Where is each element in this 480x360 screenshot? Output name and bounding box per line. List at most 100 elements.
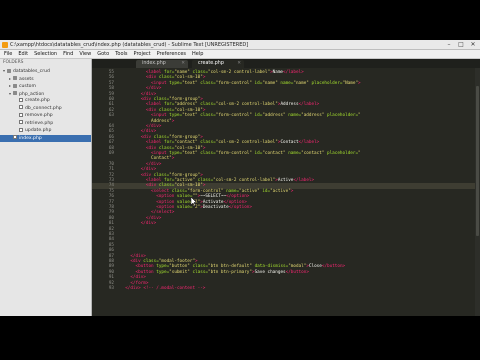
menu-file[interactable]: File [4, 50, 12, 58]
code-token: "btn btn-default" [208, 264, 255, 270]
code-token: <div [145, 75, 159, 81]
code-token: "col-sm-10" [174, 145, 203, 151]
sidebar-folder[interactable]: ▸ custom [0, 82, 91, 90]
code-token: </label> [298, 140, 320, 146]
sidebar-folder[interactable]: ▸ assets [0, 75, 91, 83]
sidebar-item-label: db_connect.php [25, 105, 62, 111]
code-token: "form-group" [169, 172, 201, 178]
code-token: <div [140, 172, 154, 178]
code-token: > [290, 188, 294, 194]
code-line[interactable]: 93 </div> <!-- /.modal-content --> [92, 286, 475, 291]
code-token: placeholder= [311, 80, 343, 86]
maximize-icon[interactable]: □ [456, 41, 466, 49]
line-number: 93 [108, 286, 114, 291]
window-controls: – □ ✕ [444, 41, 478, 49]
code-token: </label> [298, 102, 320, 108]
menu-view[interactable]: View [79, 50, 91, 58]
sidebar-file[interactable]: remove.php [0, 112, 91, 120]
code-token: </div> [140, 167, 157, 173]
menu-preferences[interactable]: Preferences [157, 50, 186, 58]
folder-icon [13, 91, 17, 95]
sidebar-item-label: assets [19, 76, 34, 82]
file-icon [19, 97, 23, 102]
code-token: "col-sm-2 control-label" [213, 178, 276, 183]
sidebar-item-label: remove.php [25, 113, 53, 118]
minimize-icon[interactable]: – [444, 41, 454, 49]
code-token: "active" [270, 188, 291, 194]
code-token: class= [192, 269, 208, 275]
sidebar-file[interactable]: update.php [0, 127, 91, 135]
sidebar-folder[interactable]: ▾ php_action [0, 90, 91, 98]
sidebar-item-label: datatables_crud [13, 69, 50, 74]
sidebar-item-label: update.php [25, 128, 52, 133]
file-icon [19, 127, 23, 132]
close-icon[interactable]: ✕ [468, 41, 478, 49]
menu-edit[interactable]: Edit [18, 50, 28, 58]
menu-tools[interactable]: Tools [115, 50, 127, 58]
tab-close-icon[interactable]: ✕ [181, 60, 185, 68]
sidebar-file[interactable]: retrieve.php [0, 120, 91, 128]
menu-goto[interactable]: Goto [97, 50, 109, 58]
tab-index-php[interactable]: index.php ✕ [136, 60, 188, 68]
mouse-cursor-icon [191, 197, 197, 206]
code-token: > [202, 145, 206, 151]
code-token: "submit" [169, 269, 193, 275]
sidebar-folder[interactable]: ▾ datatables_crud [0, 67, 91, 75]
code-token: Contact" [151, 156, 172, 162]
code-token: </div> [140, 129, 157, 135]
code-token: </div> [130, 275, 146, 281]
code-token: "text" [182, 80, 201, 86]
sidebar-item-label: create.php [25, 98, 50, 103]
code-token: <div [145, 145, 159, 151]
code-token: "name" [262, 80, 281, 86]
code-token: </button> [285, 269, 309, 275]
folder-icon [13, 76, 17, 80]
vertical-scrollbar[interactable] [475, 68, 480, 316]
code-token: class= [200, 113, 216, 119]
code-token: class= [158, 75, 175, 81]
sidebar-file[interactable]: db_connect.php [0, 105, 91, 113]
folder-icon [13, 83, 17, 88]
code-token: ~~SELECT~~ [200, 194, 227, 200]
scrollbar-thumb[interactable] [476, 86, 479, 236]
code-token: </div> [145, 86, 162, 92]
menu-help[interactable]: Help [192, 50, 203, 58]
sidebar-item-label: custom [19, 84, 36, 89]
code-token: "form-control" [215, 113, 255, 119]
code-token: </label> [283, 70, 304, 75]
code-token: name= [280, 80, 294, 86]
video-letterbox-top [0, 0, 480, 40]
sidebar-file[interactable]: create.php [0, 97, 91, 105]
code-token: type= [169, 113, 183, 119]
file-icon [19, 120, 23, 124]
code-token: > [171, 156, 175, 162]
sidebar-item-label: php_action [19, 91, 45, 97]
code-token: "address" [301, 113, 327, 119]
code-token: <label [145, 140, 164, 146]
code-token: <!-- /.modal-content --> [143, 286, 206, 291]
code-token: <option [156, 194, 177, 200]
code-token: placeholder= [327, 151, 359, 156]
menu-project[interactable]: Project [134, 50, 151, 58]
code-editor[interactable]: 55 <label for="name" class="col-sm-2 con… [92, 68, 480, 316]
menu-selection[interactable]: Selection [34, 50, 57, 58]
code-token: Close [308, 264, 322, 270]
sidebar-item-label: retrieve.php [25, 120, 54, 126]
code-token: </div> [125, 286, 141, 291]
tab-create-php[interactable]: create.php ✕ [192, 60, 244, 68]
menu-find[interactable]: Find [63, 50, 73, 58]
sidebar-file[interactable]: index.php [0, 134, 91, 142]
tab-close-icon[interactable]: ✕ [237, 60, 241, 68]
code-token: </form> [130, 280, 149, 286]
code-token: name= [288, 113, 302, 119]
